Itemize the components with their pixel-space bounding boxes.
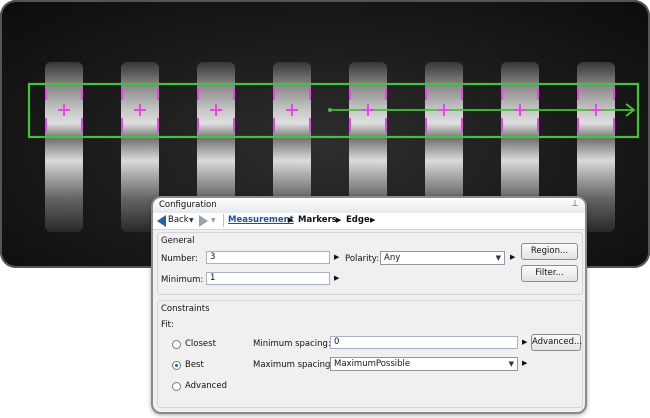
minimum-arrow-icon[interactable]: ▶ <box>334 274 339 282</box>
back-button[interactable]: Back <box>168 215 189 225</box>
filter-button[interactable]: Filter... <box>521 265 578 282</box>
region-button[interactable]: Region... <box>521 243 578 260</box>
back-dropdown-icon[interactable]: ▼ <box>189 217 194 224</box>
option-advanced-label: Advanced <box>185 381 227 391</box>
minimum-label: Minimum: <box>161 275 204 285</box>
pin-icon[interactable]: ⊥ <box>571 199 579 209</box>
polarity-arrow-icon[interactable]: ▶ <box>510 253 515 261</box>
number-label: Number: <box>161 254 198 264</box>
number-arrow-icon[interactable]: ▶ <box>334 253 339 261</box>
maximum-spacing-select[interactable]: MaximumPossible ▼ <box>330 357 518 371</box>
breadcrumb-arrow-icon[interactable]: ▶ <box>370 216 375 224</box>
component-stripe <box>45 62 83 232</box>
forward-arrow-icon[interactable] <box>199 215 208 227</box>
panel-title: Configuration <box>159 200 217 210</box>
breadcrumb-edge[interactable]: Edge <box>346 215 370 225</box>
radio-closest[interactable] <box>172 340 181 349</box>
configuration-titlebar: Configuration ⊥ <box>153 198 585 214</box>
minimum-field[interactable]: 1 <box>206 272 330 285</box>
polarity-select[interactable]: Any ▼ <box>380 251 505 265</box>
scan-origin-dot <box>328 108 332 112</box>
number-field[interactable]: 3 <box>206 251 330 264</box>
minimum-spacing-field[interactable]: 0 <box>330 336 518 349</box>
fit-label: Fit: <box>161 320 174 330</box>
breadcrumb-markers[interactable]: Markers <box>298 215 337 225</box>
navigation-toolbar: Back ▼ ▼ Measurement ▶ Markers ▶ Edge ▶ <box>153 213 585 230</box>
general-header: General <box>161 236 195 246</box>
maximum-spacing-value: MaximumPossible <box>334 359 411 369</box>
polarity-value: Any <box>384 253 401 263</box>
breadcrumb-measurement[interactable]: Measurement <box>228 215 294 225</box>
constraints-header: Constraints <box>161 304 210 314</box>
breadcrumb-arrow-icon[interactable]: ▶ <box>336 216 341 224</box>
breadcrumb-arrow-icon[interactable]: ▶ <box>288 216 293 224</box>
maximum-spacing-label: Maximum spacing: <box>253 360 334 370</box>
radio-advanced[interactable] <box>172 382 181 391</box>
radio-best[interactable] <box>172 361 181 370</box>
option-best-label: Best <box>185 360 204 370</box>
constraints-group: Constraints Fit: Closest Best Advanced M… <box>157 300 583 408</box>
chevron-down-icon[interactable]: ▼ <box>509 358 514 370</box>
general-group: General Number: 3 ▶ Minimum: 1 ▶ Polarit… <box>157 232 583 295</box>
back-arrow-icon[interactable] <box>157 215 166 227</box>
configuration-panel: Configuration ⊥ Back ▼ ▼ Measurement ▶ M… <box>151 196 587 414</box>
max-spacing-arrow-icon[interactable]: ▶ <box>522 359 527 367</box>
minimum-spacing-label: Minimum spacing: <box>253 339 331 349</box>
polarity-label: Polarity: <box>345 254 380 264</box>
toolbar-separator <box>223 214 224 227</box>
advanced-button[interactable]: Advanced... <box>531 334 582 351</box>
min-spacing-arrow-icon[interactable]: ▶ <box>522 338 527 346</box>
chevron-down-icon[interactable]: ▼ <box>496 252 501 264</box>
option-closest-label: Closest <box>185 339 216 349</box>
forward-dropdown-icon[interactable]: ▼ <box>211 217 216 224</box>
